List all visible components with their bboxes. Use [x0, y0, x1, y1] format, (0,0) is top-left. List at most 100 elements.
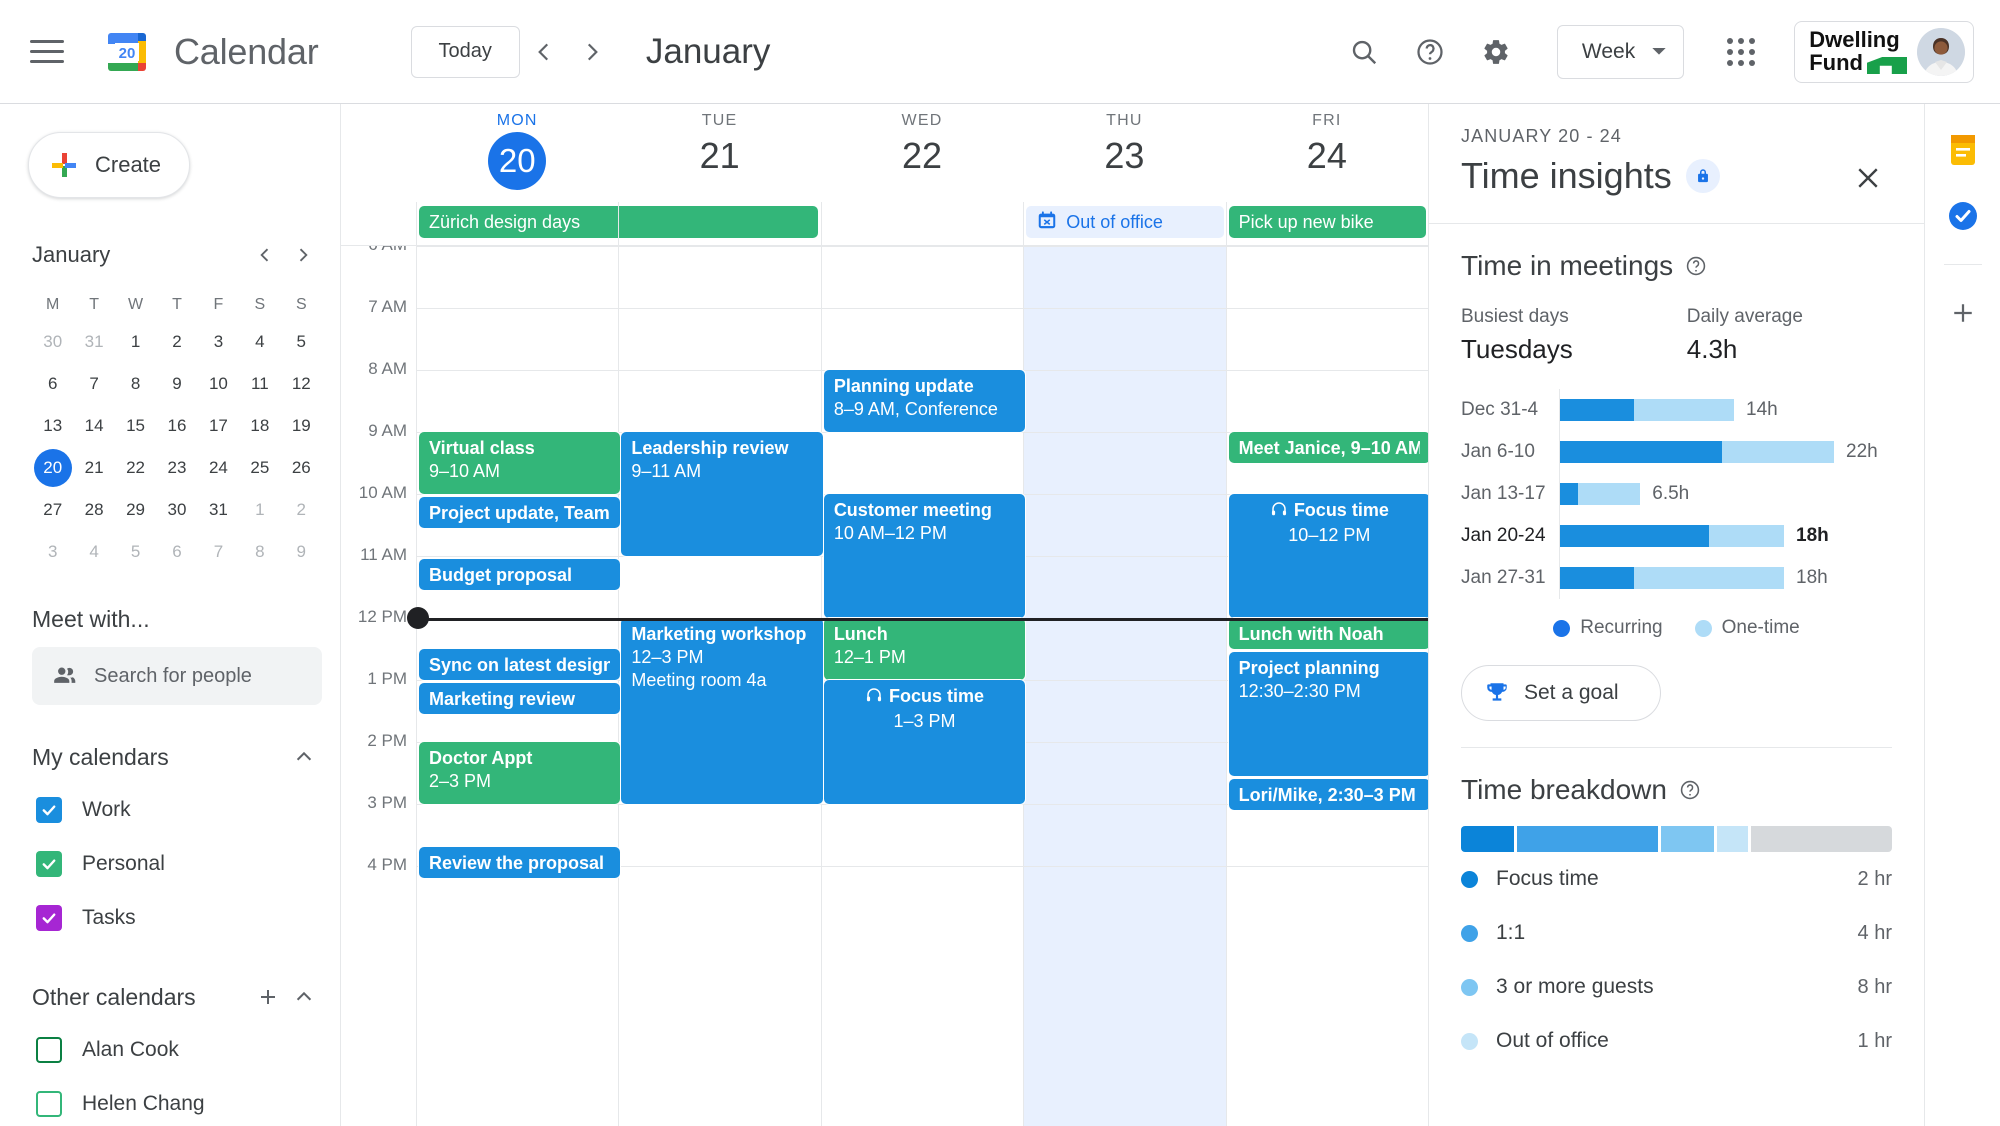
- calendar-event[interactable]: Lunch with Noah: [1228, 618, 1428, 649]
- tasks-icon[interactable]: [1941, 194, 1985, 238]
- mini-calendar-day[interactable]: 9: [281, 532, 322, 572]
- mini-calendar-day[interactable]: 7: [73, 364, 114, 404]
- mini-calendar-day[interactable]: 2: [281, 490, 322, 530]
- help-icon[interactable]: [1403, 25, 1457, 79]
- mini-calendar-day[interactable]: 27: [32, 490, 73, 530]
- calendar-event[interactable]: Lori/Mike, 2:30–3 PM: [1228, 779, 1428, 811]
- set-a-goal-button[interactable]: Set a goal: [1461, 665, 1661, 721]
- mini-calendar-day[interactable]: 16: [156, 406, 197, 446]
- other-calendar-item[interactable]: Alan Cook: [14, 1023, 340, 1077]
- apps-grid-icon[interactable]: [1714, 25, 1768, 79]
- calendar-event[interactable]: Budget proposal: [419, 559, 621, 591]
- mini-calendar-day[interactable]: 10: [198, 364, 239, 404]
- other-calendars-header[interactable]: Other calendars: [32, 979, 322, 1015]
- mini-calendar-grid[interactable]: M T W T F S S 30 31 1 2 3 4 5 6 7 8 9 10 11 12 13 14 15 16 17 18 19…: [32, 286, 322, 572]
- mini-calendar-day[interactable]: 1: [239, 490, 280, 530]
- mini-calendar-day[interactable]: 4: [239, 322, 280, 362]
- mini-calendar-day[interactable]: 19: [281, 406, 322, 446]
- mini-calendar-day[interactable]: 25: [239, 448, 280, 488]
- calendar-event[interactable]: Project planning 12:30–2:30 PM: [1228, 652, 1428, 777]
- account-brand-box[interactable]: Dwelling Fund: [1794, 20, 1974, 83]
- calendar-event[interactable]: Marketing review: [419, 683, 621, 715]
- mini-calendar-day[interactable]: 1: [115, 322, 156, 362]
- day-header-thu[interactable]: THU 23: [1023, 104, 1225, 202]
- mini-calendar-day[interactable]: 30: [32, 322, 73, 362]
- mini-calendar-day[interactable]: 8: [239, 532, 280, 572]
- calendar-event[interactable]: Planning update 8–9 AM, Conference: [823, 370, 1026, 432]
- calendar-event[interactable]: Focus time 1–3 PM: [823, 680, 1026, 804]
- mini-calendar-day[interactable]: 31: [198, 490, 239, 530]
- previous-week-button[interactable]: [520, 28, 568, 76]
- day-header-tue[interactable]: TUE 21: [618, 104, 820, 202]
- mini-calendar-day[interactable]: 13: [32, 406, 73, 446]
- calendar-event[interactable]: Lunch 12–1 PM: [823, 618, 1026, 680]
- calendar-event[interactable]: Customer meeting 10 AM–12 PM: [823, 494, 1026, 618]
- mini-calendar-day[interactable]: 5: [281, 322, 322, 362]
- search-people-input[interactable]: Search for people: [32, 647, 322, 705]
- calendar-event[interactable]: Review the proposal: [419, 847, 621, 879]
- my-calendar-item[interactable]: Personal: [14, 837, 340, 891]
- my-calendar-item[interactable]: Work: [14, 783, 340, 837]
- mini-calendar-day[interactable]: 3: [32, 532, 73, 572]
- add-addon-icon[interactable]: [1941, 291, 1985, 335]
- checkbox-icon[interactable]: [36, 1037, 62, 1063]
- mini-calendar-day[interactable]: 23: [156, 448, 197, 488]
- plus-icon[interactable]: [250, 979, 286, 1015]
- day-header-number[interactable]: 20: [488, 132, 547, 190]
- mini-calendar-day[interactable]: 12: [281, 364, 322, 404]
- mini-calendar-day[interactable]: 17: [198, 406, 239, 446]
- mini-calendar-day[interactable]: 8: [115, 364, 156, 404]
- next-week-button[interactable]: [568, 28, 616, 76]
- mini-calendar-day[interactable]: 5: [115, 532, 156, 572]
- calendar-event[interactable]: Sync on latest designs: [419, 649, 621, 680]
- day-header-mon[interactable]: MON 20: [416, 104, 618, 202]
- calendar-event[interactable]: Marketing workshop 12–3 PM Meeting room 4a: [621, 618, 823, 804]
- checkbox-icon[interactable]: [36, 905, 62, 931]
- mini-calendar-day[interactable]: 20: [33, 449, 72, 487]
- mini-calendar-day[interactable]: 28: [73, 490, 114, 530]
- my-calendar-item[interactable]: Tasks: [14, 891, 340, 945]
- calendar-event[interactable]: Virtual class 9–10 AM: [419, 432, 621, 494]
- day-header-number[interactable]: 22: [902, 136, 942, 176]
- day-header-fri[interactable]: FRI 24: [1226, 104, 1428, 202]
- hamburger-menu-icon[interactable]: [30, 30, 74, 74]
- all-day-cell[interactable]: Out of office: [1023, 202, 1225, 245]
- all-day-event[interactable]: Pick up new bike: [1228, 206, 1427, 238]
- mini-calendar-day[interactable]: 30: [156, 490, 197, 530]
- mini-calendar-day[interactable]: 2: [156, 322, 197, 362]
- mini-calendar-day[interactable]: 3: [198, 322, 239, 362]
- mini-calendar-day[interactable]: 29: [115, 490, 156, 530]
- avatar[interactable]: [1917, 27, 1965, 76]
- mini-calendar-day[interactable]: 14: [73, 406, 114, 446]
- mini-calendar-day[interactable]: 7: [198, 532, 239, 572]
- help-circle-icon[interactable]: [1685, 255, 1707, 277]
- calendar-event[interactable]: Focus time 10–12 PM: [1228, 494, 1428, 618]
- checkbox-icon[interactable]: [36, 797, 62, 823]
- all-day-event[interactable]: Out of office: [1026, 206, 1224, 238]
- mini-calendar-day[interactable]: 21: [73, 448, 114, 488]
- checkbox-icon[interactable]: [36, 851, 62, 877]
- mini-calendar-day[interactable]: 4: [73, 532, 114, 572]
- mini-calendar-prev-button[interactable]: [246, 236, 284, 274]
- search-icon[interactable]: [1337, 25, 1391, 79]
- mini-calendar-day[interactable]: 6: [32, 364, 73, 404]
- all-day-cell[interactable]: Zürich design days: [416, 202, 818, 245]
- other-calendar-item[interactable]: Helen Chang: [14, 1077, 340, 1126]
- my-calendars-header[interactable]: My calendars: [32, 739, 322, 775]
- chevron-up-icon[interactable]: [286, 979, 322, 1015]
- day-header-number[interactable]: 24: [1307, 136, 1347, 176]
- day-header-number[interactable]: 21: [700, 136, 740, 176]
- mini-calendar-day[interactable]: 15: [115, 406, 156, 446]
- all-day-cell[interactable]: [618, 202, 820, 245]
- calendar-event[interactable]: Meet Janice, 9–10 AM: [1228, 432, 1428, 463]
- mini-calendar-day[interactable]: 31: [73, 322, 114, 362]
- calendar-event[interactable]: Leadership review 9–11 AM: [621, 432, 823, 556]
- mini-calendar-next-button[interactable]: [284, 236, 322, 274]
- calendar-event[interactable]: Project update, Team sync: [419, 497, 621, 529]
- mini-calendar-day[interactable]: 18: [239, 406, 280, 446]
- mini-calendar-day[interactable]: 11: [239, 364, 280, 404]
- keep-icon[interactable]: [1941, 128, 1985, 172]
- today-button[interactable]: Today: [410, 25, 520, 78]
- mini-calendar-day[interactable]: 6: [156, 532, 197, 572]
- checkbox-icon[interactable]: [36, 1091, 62, 1117]
